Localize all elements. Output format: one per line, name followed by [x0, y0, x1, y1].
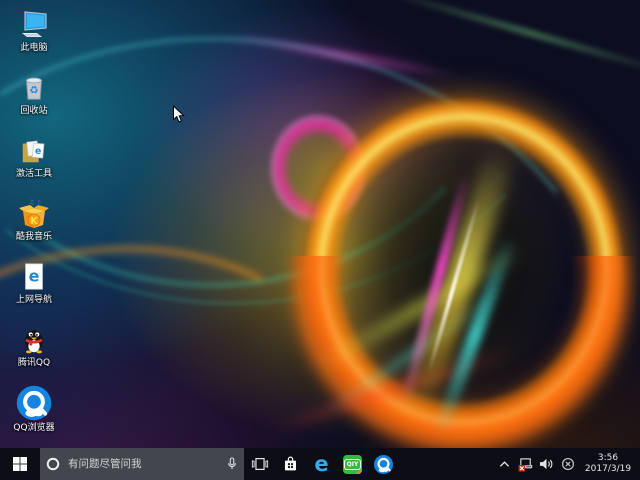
- speaker-icon: [539, 457, 554, 471]
- start-button[interactable]: [0, 448, 40, 480]
- web-navigation-icon: e: [17, 260, 51, 294]
- svg-text:K: K: [30, 216, 38, 227]
- network-status-button[interactable]: [517, 448, 534, 480]
- microsoft-store-button[interactable]: [275, 448, 306, 480]
- qq-browser-taskbar-button[interactable]: [368, 448, 399, 480]
- desktop-icon-this-pc[interactable]: 此电脑: [4, 8, 64, 54]
- hidden-icons-button[interactable]: [496, 448, 513, 480]
- chevron-up-icon: [499, 460, 510, 468]
- kuwo-music-icon: K ♪ ♫: [17, 197, 51, 231]
- svg-text:♫: ♫: [29, 199, 34, 206]
- tencent-qq-icon: [17, 323, 51, 357]
- task-view-icon: [251, 456, 269, 472]
- iqiyi-icon: QIY: [343, 455, 362, 474]
- cortana-search-box[interactable]: [40, 448, 244, 480]
- clock-date: 2017/3/19: [582, 464, 634, 475]
- network-disconnected-icon: [518, 457, 534, 472]
- taskbar: e QIY: [0, 448, 640, 480]
- clock[interactable]: 3:56 2017/3/19: [580, 453, 636, 475]
- iqiyi-button[interactable]: QIY: [337, 448, 368, 480]
- recycle-bin-icon: ♻: [17, 71, 51, 105]
- circle-x-icon: [561, 457, 575, 471]
- svg-text:e: e: [34, 146, 41, 158]
- svg-text:♻: ♻: [29, 85, 38, 97]
- this-pc-icon: [17, 8, 51, 42]
- search-input[interactable]: [66, 457, 220, 471]
- microphone-icon[interactable]: [226, 457, 238, 471]
- edge-button[interactable]: e: [306, 448, 337, 480]
- desktop-icon-web-navigation[interactable]: e 上网导航: [4, 260, 64, 306]
- qq-browser-icon: [373, 454, 394, 475]
- system-tray: 3:56 2017/3/19: [496, 448, 640, 480]
- desktop-icon-kuwo-music[interactable]: K ♪ ♫ 酷我音乐: [4, 197, 64, 243]
- taskbar-spacer: [399, 448, 496, 480]
- desktop-icon-activation-tool[interactable]: e 激活工具: [4, 134, 64, 180]
- desktop-icon-qq-browser[interactable]: QQ浏览器: [4, 384, 64, 434]
- clock-time: 3:56: [582, 453, 634, 464]
- desktop-icon-tencent-qq[interactable]: 腾讯QQ: [4, 323, 64, 369]
- volume-button[interactable]: [538, 448, 555, 480]
- qq-browser-icon: [15, 384, 53, 422]
- input-indicator-button[interactable]: [559, 448, 576, 480]
- desktop-icon-label: 此电脑: [4, 43, 64, 54]
- desktop-icon-label: 腾讯QQ: [4, 358, 64, 369]
- svg-text:♪: ♪: [36, 199, 41, 208]
- svg-text:e: e: [29, 267, 40, 286]
- windows-logo-icon: [12, 456, 28, 472]
- taskbar-apps: e QIY: [244, 448, 399, 480]
- cortana-icon: [46, 457, 60, 471]
- desktop-icon-recycle-bin[interactable]: ♻ 回收站: [4, 71, 64, 117]
- task-view-button[interactable]: [244, 448, 275, 480]
- desktop-icon-label: QQ浏览器: [4, 423, 64, 434]
- iqiyi-icon-corner: [356, 468, 362, 474]
- desktop[interactable]: 此电脑 ♻ 回收站 e 激活工具: [0, 0, 640, 448]
- desktop-icon-label: 上网导航: [4, 295, 64, 306]
- desktop-icon-label: 酷我音乐: [4, 232, 64, 243]
- edge-icon: e: [314, 454, 328, 475]
- screen: 此电脑 ♻ 回收站 e 激活工具: [0, 0, 640, 480]
- desktop-icon-label: 回收站: [4, 106, 64, 117]
- microsoft-store-icon: [282, 455, 299, 473]
- desktop-icon-label: 激活工具: [4, 169, 64, 180]
- activation-tool-icon: e: [17, 134, 51, 168]
